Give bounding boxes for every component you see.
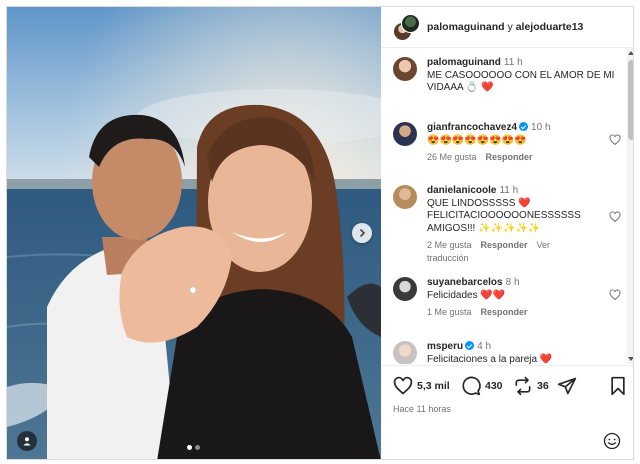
post-details-panel: palomaguinand y alejoduarte13 palomaguin… [381, 7, 633, 459]
like-button[interactable]: 5,3 mil [393, 376, 450, 396]
reply-button[interactable]: Responder [486, 152, 533, 162]
avatar[interactable] [393, 341, 417, 364]
heart-icon [393, 376, 413, 395]
comment-time: 10 h [531, 122, 551, 133]
repost-count[interactable]: 36 [537, 380, 549, 392]
repost-icon [515, 376, 531, 396]
comment-text: Felicitaciones a la pareja ❤️ [427, 353, 553, 365]
verified-badge-icon [465, 341, 475, 350]
avatar [401, 14, 420, 33]
comment-button[interactable]: 430 [461, 376, 503, 396]
avatar[interactable] [393, 57, 417, 81]
comment-time: 4 h [477, 341, 492, 352]
post-dialog: palomaguinand y alejoduarte13 palomaguin… [6, 6, 634, 460]
comment-text: QUE LINDOSSSSS ❤️ FELICITACIOOOOOONESSSS… [427, 197, 581, 234]
carousel-indicator [187, 445, 200, 450]
comment-time: 8 h [505, 277, 520, 288]
verified-badge-icon [519, 122, 529, 131]
comment-count[interactable]: 430 [485, 380, 503, 392]
avatar[interactable] [393, 185, 417, 209]
comments-scrollbar[interactable] [627, 48, 633, 364]
comment-likes[interactable]: 2 Me gusta [427, 240, 472, 250]
like-comment-heart-icon[interactable] [609, 289, 621, 301]
comment-icon [462, 376, 481, 396]
post-authors: palomaguinand y alejoduarte13 [427, 21, 583, 33]
comment-username[interactable]: danielanicoole [427, 185, 496, 196]
user-tag-button[interactable] [17, 431, 37, 451]
save-icon [611, 376, 625, 396]
scroll-up-arrow-icon[interactable] [628, 51, 633, 55]
author-connector: y [504, 21, 516, 33]
next-arrow-icon [359, 228, 366, 238]
save-button[interactable] [609, 376, 627, 396]
scroll-down-arrow-icon[interactable] [628, 357, 633, 361]
reply-button[interactable]: Responder [481, 240, 528, 250]
repost-button[interactable]: 36 [513, 376, 549, 396]
user-tag-icon [23, 437, 31, 446]
comment-likes[interactable]: 26 Me gusta [427, 152, 477, 162]
like-comment-heart-icon[interactable] [609, 211, 621, 223]
like-comment-heart-icon[interactable] [609, 134, 621, 146]
collab-avatars[interactable] [393, 14, 420, 41]
couple-photo-illustration [7, 7, 381, 459]
post-header: palomaguinand y alejoduarte13 [381, 7, 633, 48]
author-link-2[interactable]: alejoduarte13 [516, 21, 584, 33]
emoji-picker-button[interactable] [603, 432, 621, 455]
like-count[interactable]: 5,3 mil [417, 380, 450, 392]
comment-text: Felicidades ❤️❤️ [427, 289, 506, 301]
caption-text: ME CASOOOOOO CON EL AMOR DE MI VIDAAA 💍 … [427, 69, 615, 94]
comment-text: 😍😍😍😍😍😍😍😍 [427, 134, 527, 146]
avatar[interactable] [393, 277, 417, 301]
avatar[interactable] [393, 122, 417, 146]
carousel-dot [195, 445, 200, 450]
post-photo[interactable] [7, 7, 381, 459]
carousel-dot-active [187, 445, 192, 450]
comment-username[interactable]: gianfrancochavez4 [427, 122, 517, 133]
comment-username[interactable]: suyanebarcelos [427, 277, 503, 288]
caption-username[interactable]: palomaguinand [427, 57, 501, 68]
caption-time: 11 h [503, 57, 523, 68]
author-link-1[interactable]: palomaguinand [427, 21, 505, 33]
comment-time: 11 h [499, 185, 519, 196]
reply-button[interactable]: Responder [481, 307, 528, 317]
next-photo-button[interactable] [352, 223, 372, 243]
scrollbar-thumb[interactable] [628, 60, 633, 140]
share-icon [557, 377, 577, 395]
comment-username[interactable]: msperu [427, 341, 463, 352]
post-timestamp[interactable]: Hace 11 horas [393, 404, 451, 414]
post-actions: 5,3 mil 430 36 Hace 11 horas [381, 365, 633, 428]
emoji-icon [603, 432, 621, 450]
share-button[interactable] [557, 376, 577, 396]
comments-list[interactable]: palomaguinand 11 h ME CASOOOOOO CON EL AM… [381, 48, 633, 365]
comment-likes[interactable]: 1 Me gusta [427, 307, 472, 317]
